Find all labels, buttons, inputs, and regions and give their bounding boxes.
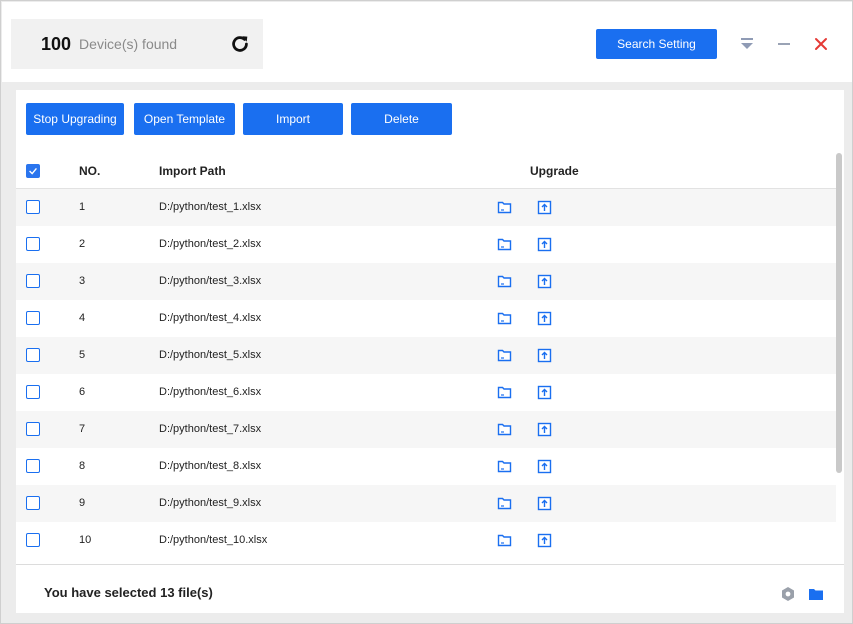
table-row[interactable]: 8 D:/python/test_8.xlsx — [16, 448, 836, 485]
upload-icon[interactable] — [537, 459, 552, 474]
row-checkbox[interactable] — [26, 533, 40, 547]
folder-open-icon[interactable] — [497, 422, 512, 437]
toolbar: Stop Upgrading Open Template Import Dele… — [16, 90, 844, 150]
row-number: 6 — [79, 386, 86, 398]
file-table: NO. Import Path Upgrade 1 D:/python/test_… — [16, 153, 836, 564]
folder-open-icon[interactable] — [497, 200, 512, 215]
table-header: NO. Import Path Upgrade — [16, 153, 836, 189]
table-scrollbar[interactable] — [836, 153, 842, 473]
table-row[interactable]: 6 D:/python/test_6.xlsx — [16, 374, 836, 411]
row-checkbox[interactable] — [26, 274, 40, 288]
row-checkbox[interactable] — [26, 385, 40, 399]
device-count: 100 — [41, 33, 72, 54]
checkmark-icon — [26, 164, 40, 178]
device-count-label: Device(s) found — [79, 36, 178, 52]
row-number: 4 — [79, 312, 86, 324]
upload-icon[interactable] — [537, 385, 552, 400]
table-row[interactable]: 10 D:/python/test_10.xlsx — [16, 522, 836, 559]
device-count-panel: 100 Device(s) found — [11, 19, 263, 69]
select-all-checkbox[interactable] — [26, 164, 40, 178]
search-setting-button[interactable]: Search Setting — [596, 29, 717, 59]
dropdown-menu-icon[interactable] — [738, 35, 756, 53]
table-row[interactable]: 2 D:/python/test_2.xlsx — [16, 226, 836, 263]
upload-icon[interactable] — [537, 274, 552, 289]
table-body: 1 D:/python/test_1.xlsx 2 D:/python/test_2.… — [16, 189, 836, 559]
table-row[interactable]: 3 D:/python/test_3.xlsx — [16, 263, 836, 300]
row-checkbox[interactable] — [26, 237, 40, 251]
row-import-path: D:/python/test_5.xlsx — [159, 349, 262, 361]
folder-open-icon[interactable] — [497, 385, 512, 400]
table-row[interactable]: 5 D:/python/test_5.xlsx — [16, 337, 836, 374]
upload-icon[interactable] — [537, 533, 552, 548]
folder-icon[interactable] — [808, 586, 824, 602]
delete-button[interactable]: Delete — [351, 103, 452, 135]
upload-icon[interactable] — [537, 422, 552, 437]
folder-open-icon[interactable] — [497, 496, 512, 511]
column-header-upgrade: Upgrade — [530, 164, 579, 178]
row-number: 7 — [79, 423, 86, 435]
hexagon-settings-icon[interactable] — [780, 586, 796, 602]
upload-icon[interactable] — [537, 200, 552, 215]
upload-icon[interactable] — [537, 237, 552, 252]
refresh-icon[interactable] — [229, 33, 251, 55]
table-row[interactable]: 9 D:/python/test_9.xlsx — [16, 485, 836, 522]
row-checkbox[interactable] — [26, 496, 40, 510]
stop-upgrading-button[interactable]: Stop Upgrading — [26, 103, 124, 135]
row-checkbox[interactable] — [26, 200, 40, 214]
row-import-path: D:/python/test_10.xlsx — [159, 534, 268, 546]
column-header-no: NO. — [79, 164, 101, 178]
upload-icon[interactable] — [537, 311, 552, 326]
upload-icon[interactable] — [537, 496, 552, 511]
row-checkbox[interactable] — [26, 348, 40, 362]
row-number: 8 — [79, 460, 86, 472]
content-panel: Stop Upgrading Open Template Import Dele… — [16, 90, 844, 613]
row-import-path: D:/python/test_2.xlsx — [159, 238, 262, 250]
import-button[interactable]: Import — [243, 103, 343, 135]
folder-open-icon[interactable] — [497, 274, 512, 289]
row-checkbox[interactable] — [26, 422, 40, 436]
status-footer: You have selected 13 file(s) — [16, 564, 844, 613]
upload-icon[interactable] — [537, 348, 552, 363]
table-row[interactable]: 7 D:/python/test_7.xlsx — [16, 411, 836, 448]
folder-open-icon[interactable] — [497, 311, 512, 326]
row-import-path: D:/python/test_9.xlsx — [159, 497, 262, 509]
row-number: 3 — [79, 275, 86, 287]
table-row[interactable]: 4 D:/python/test_4.xlsx — [16, 300, 836, 337]
close-icon[interactable] — [812, 35, 830, 53]
selection-status: You have selected 13 file(s) — [44, 585, 213, 600]
row-checkbox[interactable] — [26, 311, 40, 325]
row-import-path: D:/python/test_6.xlsx — [159, 386, 262, 398]
row-checkbox[interactable] — [26, 459, 40, 473]
row-number: 1 — [79, 201, 86, 213]
row-import-path: D:/python/test_3.xlsx — [159, 275, 262, 287]
row-number: 10 — [79, 534, 92, 546]
table-row[interactable]: 1 D:/python/test_1.xlsx — [16, 189, 836, 226]
header-bar: 100 Device(s) found Search Setting — [2, 2, 852, 82]
minimize-icon[interactable] — [775, 35, 793, 53]
folder-open-icon[interactable] — [497, 533, 512, 548]
app-window: 100 Device(s) found Search Setting Stop … — [0, 0, 853, 624]
row-import-path: D:/python/test_7.xlsx — [159, 423, 262, 435]
folder-open-icon[interactable] — [497, 459, 512, 474]
open-template-button[interactable]: Open Template — [134, 103, 235, 135]
column-header-import-path: Import Path — [159, 164, 226, 178]
row-number: 9 — [79, 497, 86, 509]
folder-open-icon[interactable] — [497, 348, 512, 363]
row-number: 2 — [79, 238, 86, 250]
row-import-path: D:/python/test_1.xlsx — [159, 201, 262, 213]
row-import-path: D:/python/test_8.xlsx — [159, 460, 262, 472]
row-number: 5 — [79, 349, 86, 361]
folder-open-icon[interactable] — [497, 237, 512, 252]
row-import-path: D:/python/test_4.xlsx — [159, 312, 262, 324]
